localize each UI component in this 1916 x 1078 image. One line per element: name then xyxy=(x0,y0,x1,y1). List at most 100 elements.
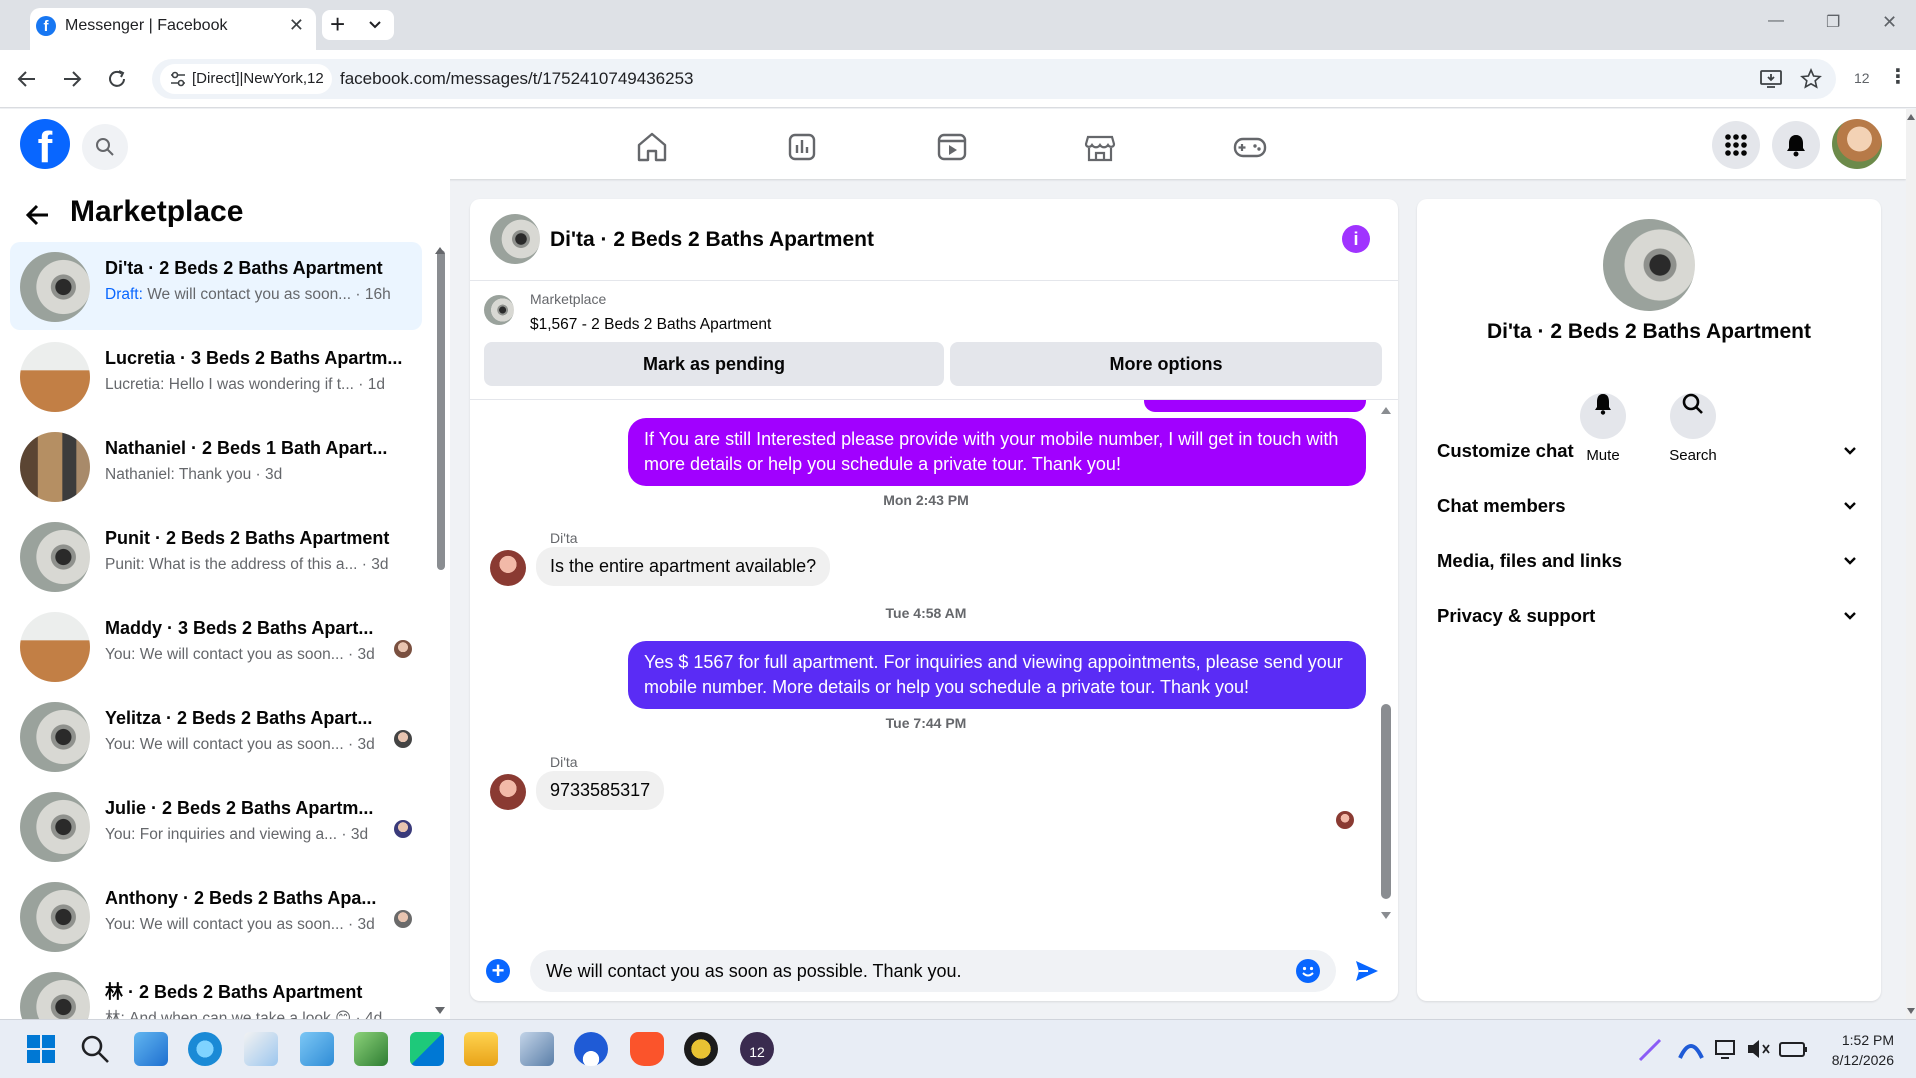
restore-button[interactable]: ❐ xyxy=(1826,12,1840,32)
message-bubble-incoming[interactable]: Is the entire apartment available? xyxy=(536,547,831,586)
video-icon[interactable] xyxy=(932,127,972,167)
seen-avatar xyxy=(394,910,412,928)
install-app-icon[interactable] xyxy=(1760,69,1782,89)
browser-app-icon[interactable] xyxy=(188,1032,222,1066)
app-x-icon[interactable] xyxy=(684,1032,718,1066)
conversation-thumbnail xyxy=(20,432,90,502)
menu-button[interactable] xyxy=(1712,121,1760,169)
back-icon[interactable] xyxy=(16,68,38,90)
send-icon[interactable] xyxy=(1354,959,1380,983)
chat-scrollbar[interactable] xyxy=(1381,704,1391,899)
brave-browser-icon[interactable] xyxy=(630,1032,664,1066)
vpn-app-icon[interactable] xyxy=(574,1032,608,1066)
scroll-down-arrow-icon[interactable] xyxy=(434,1006,446,1016)
scroll-up-arrow-icon[interactable] xyxy=(434,245,446,255)
conversation-item[interactable]: Punit · 2 Beds 2 Baths Apartment Punit: W… xyxy=(10,512,422,600)
facebook-logo-icon[interactable]: f xyxy=(20,119,70,169)
bell-icon xyxy=(1595,394,1611,415)
marketplace-icon[interactable] xyxy=(1080,127,1120,167)
profile-counter[interactable]: 12 xyxy=(1854,70,1870,86)
home-icon[interactable] xyxy=(632,127,672,167)
address-bar[interactable]: [Direct]|NewYork,12 facebook.com/message… xyxy=(152,59,1836,99)
conversation-time: · 1d xyxy=(353,376,385,393)
system-clock[interactable]: 1:52 PM 8/12/2026 xyxy=(1832,1030,1894,1070)
chevron-down-icon xyxy=(1844,557,1856,565)
battery-icon[interactable] xyxy=(1776,1032,1810,1066)
volume-muted-icon[interactable] xyxy=(1742,1032,1776,1066)
conversation-item[interactable]: Di'ta · 2 Beds 2 Baths Apartment Draft: W… xyxy=(10,242,422,330)
gaming-icon[interactable] xyxy=(1230,127,1270,167)
page-scroll-up-icon[interactable] xyxy=(1907,113,1915,121)
page-scrollbar[interactable] xyxy=(1906,109,1916,1019)
store-app-icon[interactable] xyxy=(410,1032,444,1066)
display-tray-icon[interactable] xyxy=(1710,1032,1744,1066)
cloud-app-icon[interactable] xyxy=(300,1032,334,1066)
image-editor-icon[interactable] xyxy=(354,1032,388,1066)
customize-chat-section[interactable]: Customize chat xyxy=(1437,426,1861,476)
conversation-preview: You: We will contact you as soon... · 3d xyxy=(105,916,375,934)
profile-browser-icon[interactable]: 12 xyxy=(740,1032,774,1066)
minimize-button[interactable]: — xyxy=(1768,12,1784,30)
taskbar-search-icon[interactable] xyxy=(78,1032,112,1066)
conversation-item[interactable]: Maddy · 3 Beds 2 Baths Apart... You: We w… xyxy=(10,602,422,690)
conversation-item[interactable]: Lucretia · 3 Beds 2 Baths Apartm... Lucre… xyxy=(10,332,422,420)
windows-taskbar: 12 1:52 PM 8/12/2026 xyxy=(0,1019,1916,1078)
emoji-icon[interactable] xyxy=(1296,959,1320,983)
windows-start-icon[interactable] xyxy=(24,1032,58,1066)
pen-icon[interactable] xyxy=(1634,1032,1668,1066)
browser-menu-icon[interactable]: ⋮ xyxy=(1888,64,1908,89)
browser-tab[interactable]: f Messenger | Facebook ✕ xyxy=(30,8,316,50)
message-bubble-outgoing[interactable]: If You are still Interested please provi… xyxy=(628,418,1366,486)
listing-title[interactable]: $1,567 - 2 Beds 2 Baths Apartment xyxy=(530,316,771,334)
conversation-time: · 3d xyxy=(343,646,375,663)
privacy-support-section[interactable]: Privacy & support xyxy=(1437,591,1861,641)
preview-text: Punit: What is the address of this a... xyxy=(105,556,358,573)
mark-as-pending-button[interactable]: Mark as pending xyxy=(484,342,944,386)
message-bubble-incoming[interactable]: 9733585317 xyxy=(536,771,665,810)
tab-search-chevron-icon[interactable] xyxy=(368,18,382,32)
message-bubble-outgoing[interactable]: Yes $ 1567 for full apartment. For inqui… xyxy=(628,641,1366,709)
bookmark-star-icon[interactable] xyxy=(1800,68,1822,90)
message-input[interactable]: We will contact you as soon as possible.… xyxy=(530,950,1336,992)
chat-scroll-down-icon[interactable] xyxy=(1380,911,1392,921)
new-tab-button[interactable]: + xyxy=(330,10,345,38)
feeds-icon[interactable] xyxy=(782,127,822,167)
snipping-tool-icon[interactable] xyxy=(244,1032,278,1066)
tab-close-icon[interactable]: ✕ xyxy=(289,15,304,36)
vpn-tray-icon[interactable] xyxy=(1674,1032,1708,1066)
conversation-item[interactable]: Anthony · 2 Beds 2 Baths Apa... You: We w… xyxy=(10,872,422,960)
page-scroll-down-icon[interactable] xyxy=(1907,1007,1915,1015)
chat-title[interactable]: Di'ta · 2 Beds 2 Baths Apartment xyxy=(550,228,874,252)
conversation-thumbnail xyxy=(20,522,90,592)
sender-avatar[interactable] xyxy=(490,550,526,586)
forward-icon[interactable] xyxy=(61,68,83,90)
add-attachment-icon[interactable]: + xyxy=(486,959,510,983)
widgets-app-icon[interactable] xyxy=(134,1032,168,1066)
window-close-button[interactable]: ✕ xyxy=(1882,12,1897,33)
chat-members-section[interactable]: Chat members xyxy=(1437,481,1861,531)
sidebar-scrollbar[interactable] xyxy=(437,250,445,570)
conversation-item[interactable]: Nathaniel · 2 Beds 1 Bath Apart... Nathan… xyxy=(10,422,422,510)
message-composer: + We will contact you as soon as possibl… xyxy=(470,939,1398,1001)
more-options-button[interactable]: More options xyxy=(950,342,1382,386)
info-icon[interactable]: i xyxy=(1342,225,1370,253)
media-files-links-section[interactable]: Media, files and links xyxy=(1437,536,1861,586)
conversation-avatar[interactable] xyxy=(1603,219,1695,311)
site-info-chip[interactable]: [Direct]|NewYork,12 xyxy=(160,64,332,94)
chat-scroll-up-icon[interactable] xyxy=(1380,405,1392,415)
conversation-name: 林 · 2 Beds 2 Baths Apartment xyxy=(105,982,363,1002)
profile-avatar[interactable] xyxy=(1832,119,1882,169)
notifications-button[interactable] xyxy=(1772,121,1820,169)
listing-thumbnail[interactable] xyxy=(484,295,514,325)
file-explorer-icon[interactable] xyxy=(464,1032,498,1066)
sender-avatar[interactable] xyxy=(490,774,526,810)
reload-icon[interactable] xyxy=(106,68,128,90)
message-list: If You are still Interested please provi… xyxy=(470,399,1398,939)
back-arrow-icon[interactable] xyxy=(24,201,52,229)
network-app-icon[interactable] xyxy=(520,1032,554,1066)
conversation-thumbnail xyxy=(20,792,90,862)
chat-avatar[interactable] xyxy=(490,214,540,264)
facebook-search-button[interactable] xyxy=(82,124,128,170)
conversation-item[interactable]: Julie · 2 Beds 2 Baths Apartm... You: For… xyxy=(10,782,422,870)
conversation-item[interactable]: Yelitza · 2 Beds 2 Baths Apart... You: We… xyxy=(10,692,422,780)
